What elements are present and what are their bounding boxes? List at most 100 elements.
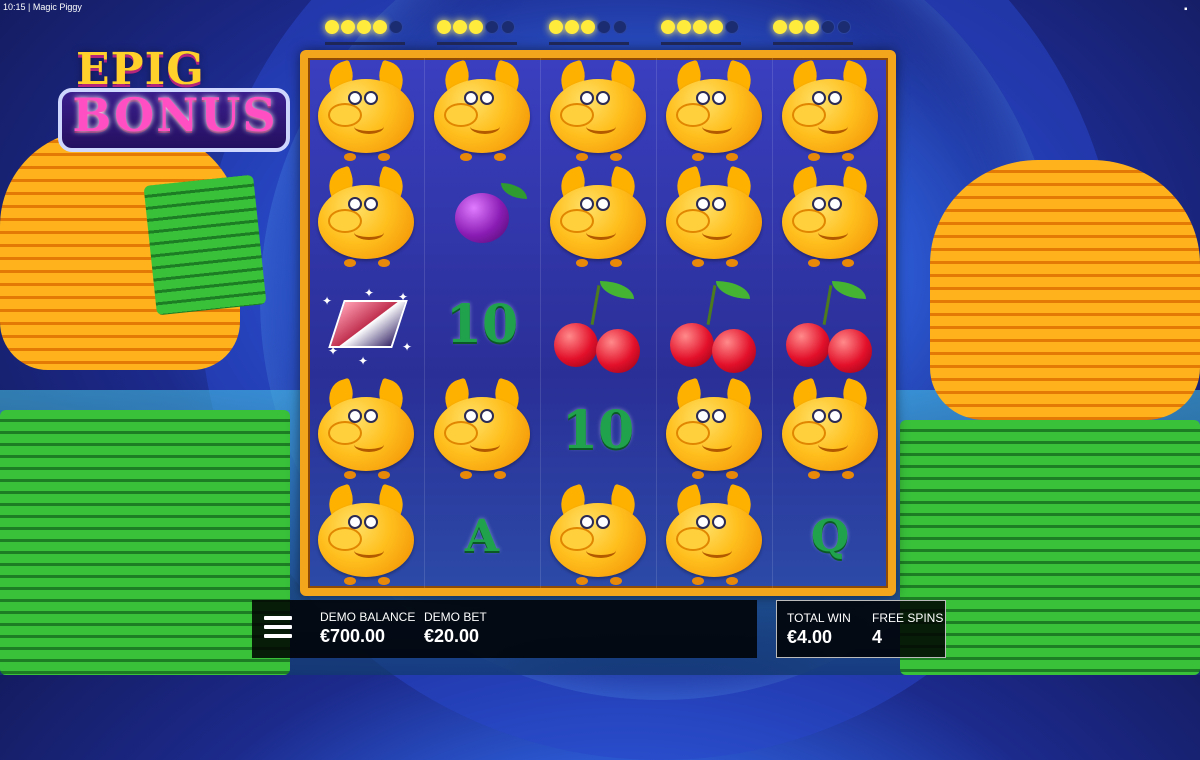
- wild-symbol: ✦ ✦ ✦ ✦ ✦ ✦: [318, 284, 414, 368]
- cash-pile-left-top: [143, 174, 267, 316]
- pig-eye: [480, 91, 494, 105]
- reel-cell: 10: [426, 272, 538, 376]
- light-bulb-off: [597, 20, 611, 34]
- pig-foot: [494, 153, 506, 161]
- pig-eye: [812, 91, 826, 105]
- reel-cell: [426, 377, 538, 482]
- pig-eye: [812, 197, 826, 211]
- hamburger-menu-icon[interactable]: [264, 616, 292, 640]
- reel-divider: [772, 58, 773, 588]
- pig-eye: [480, 409, 494, 423]
- pig-eye: [580, 197, 594, 211]
- light-bulb-on: [789, 20, 803, 34]
- pig-foot: [692, 259, 704, 267]
- reel-cell: [658, 377, 770, 482]
- pig-smile: [470, 119, 500, 134]
- pig-foot: [610, 153, 622, 161]
- balance-value: €700.00: [320, 626, 386, 646]
- pig-eye: [712, 409, 726, 423]
- pig-eye: [364, 515, 378, 529]
- pig-eye: [696, 197, 710, 211]
- cherry: [596, 329, 640, 373]
- pig-smile: [702, 225, 732, 240]
- pig-foot: [576, 577, 588, 585]
- pig-foot: [726, 471, 738, 479]
- pig-foot: [726, 577, 738, 585]
- pig-eye: [696, 409, 710, 423]
- pig-smile: [354, 119, 384, 134]
- pig-foot: [692, 577, 704, 585]
- cherry-leaf: [716, 281, 750, 299]
- reel-cell: [774, 377, 886, 482]
- reel-cell: [774, 165, 886, 270]
- light-bulb-on: [357, 20, 371, 34]
- light-bulb-on: [709, 20, 723, 34]
- pig-foot: [576, 259, 588, 267]
- cherries-symbol: [550, 281, 646, 373]
- pig-smile: [586, 225, 616, 240]
- pig-symbol: [314, 483, 418, 585]
- reel-cell: A: [426, 484, 538, 588]
- pig-eye: [348, 197, 362, 211]
- pig-foot: [460, 153, 472, 161]
- pig-smile: [702, 543, 732, 558]
- letter-symbol-10: 10: [561, 399, 635, 461]
- light-bulb-on: [677, 20, 691, 34]
- coin-stack-right: [930, 160, 1200, 420]
- free-spins-label: FREE SPINS: [872, 611, 944, 625]
- cherries-symbol: [782, 281, 878, 373]
- light-bulb-on: [549, 20, 563, 34]
- pig-eye: [364, 91, 378, 105]
- pig-eye: [696, 91, 710, 105]
- sparkle-icon: ✦: [398, 290, 409, 304]
- bet-value: €20.00: [424, 626, 480, 646]
- cherry-stem: [590, 285, 601, 325]
- pig-foot: [610, 577, 622, 585]
- pig-smile: [586, 543, 616, 558]
- pig-foot: [344, 153, 356, 161]
- epic-bonus-logo: EPIG BONUS: [58, 44, 296, 160]
- sparkle-icon: ✦: [358, 354, 369, 368]
- reel-cell: 10: [542, 378, 654, 482]
- cherry: [670, 323, 714, 367]
- sparkle-icon: ✦: [402, 340, 413, 354]
- light-bulb-off: [501, 20, 515, 34]
- pig-eye: [712, 91, 726, 105]
- light-bulb-on: [373, 20, 387, 34]
- reel-cell: [774, 272, 886, 376]
- reel-cell: [542, 483, 654, 588]
- light-group-5: [773, 20, 853, 45]
- cherry-stem: [822, 285, 833, 325]
- pig-eye: [596, 197, 610, 211]
- demo-bet[interactable]: DEMO BET €20.00: [424, 610, 487, 647]
- light-bulb-on: [693, 20, 707, 34]
- reel-cell: [658, 59, 770, 164]
- pig-eye: [712, 197, 726, 211]
- demo-balance: DEMO BALANCE €700.00: [320, 610, 415, 647]
- light-bulb-on: [773, 20, 787, 34]
- reel-cell: [426, 166, 538, 270]
- cherry: [712, 329, 756, 373]
- pig-symbol: [546, 165, 650, 267]
- pig-smile: [354, 543, 384, 558]
- pig-symbol: [430, 59, 534, 161]
- pig-symbol: [662, 483, 766, 585]
- pig-eye: [348, 91, 362, 105]
- total-win-value: €4.00: [787, 627, 833, 647]
- pig-symbol: [778, 377, 882, 479]
- bet-label: DEMO BET: [424, 610, 487, 624]
- letter-symbol-q: Q: [810, 510, 850, 562]
- sparkle-icon: ✦: [328, 344, 339, 358]
- pig-eye: [464, 91, 478, 105]
- balance-label: DEMO BALANCE: [320, 610, 416, 624]
- pig-foot: [576, 153, 588, 161]
- light-bulb-off: [613, 20, 627, 34]
- reel-cell: [542, 165, 654, 270]
- reel-cell: [658, 165, 770, 270]
- reel-cell: [542, 272, 654, 376]
- light-group-2: [437, 20, 517, 45]
- reel-cell: [658, 483, 770, 588]
- reel-cell: [542, 59, 654, 164]
- pig-foot: [610, 259, 622, 267]
- pig-symbol: [662, 59, 766, 161]
